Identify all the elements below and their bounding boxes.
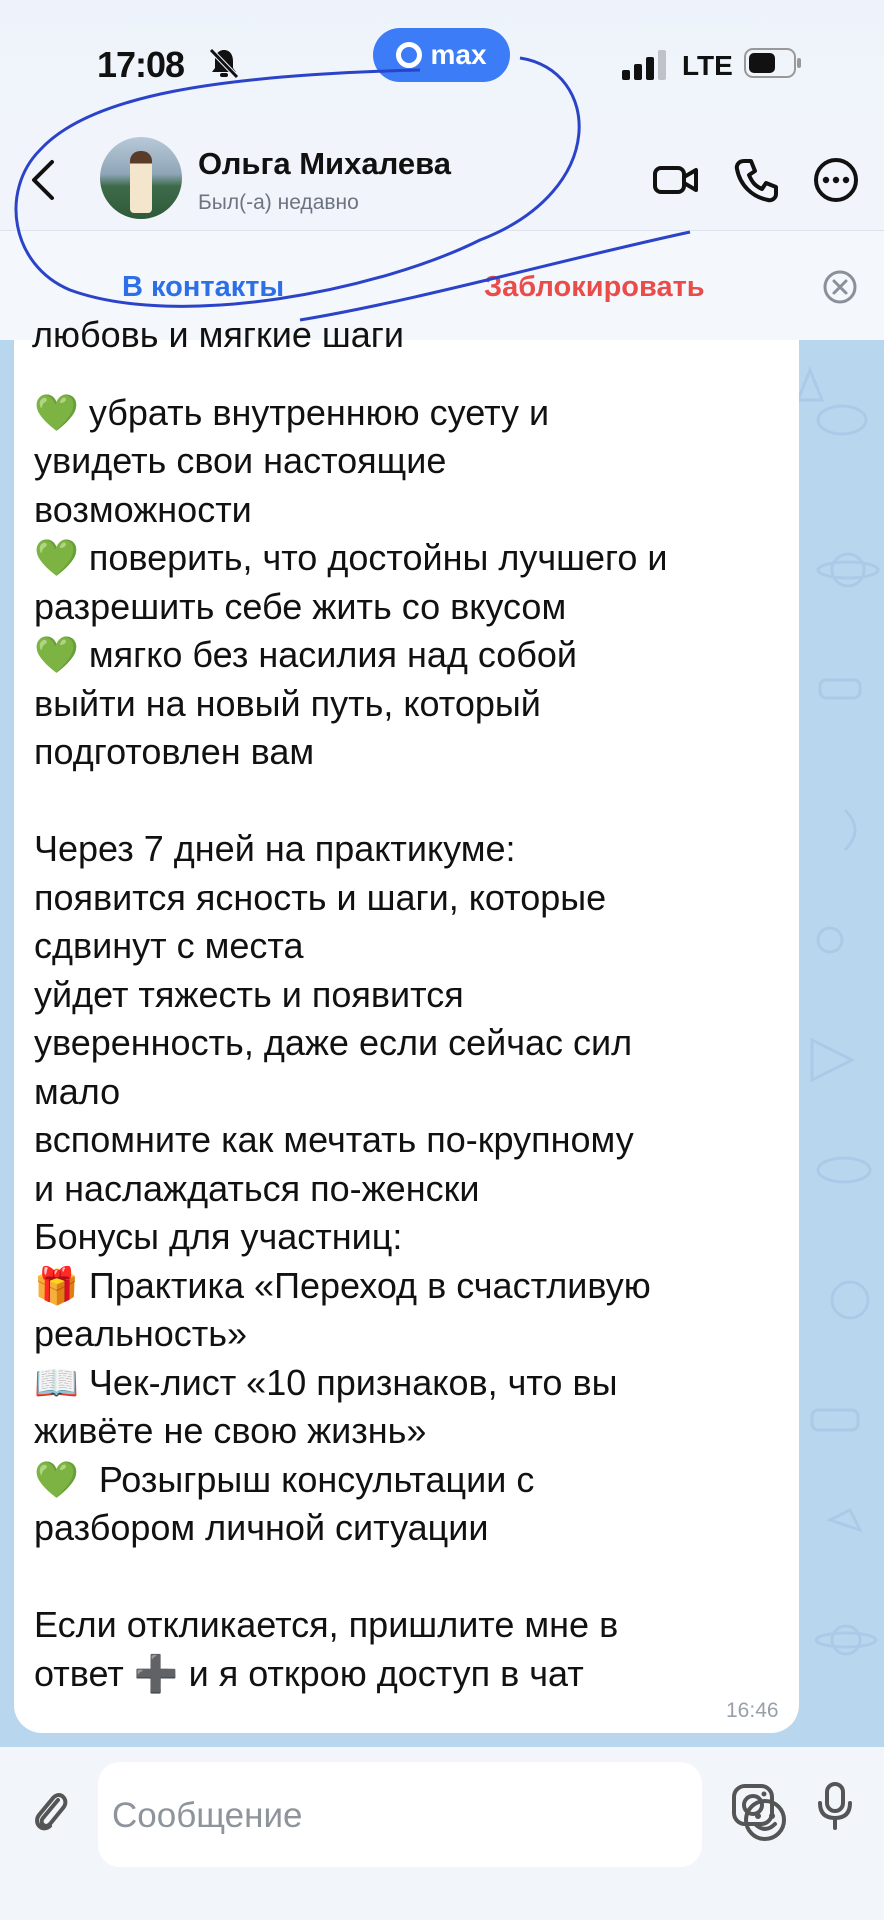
message-line: и наслаждаться по-женски	[34, 1167, 480, 1209]
message-line: вспомните как мечтать по-крупному	[34, 1119, 634, 1160]
cellular-signal-icon	[622, 50, 666, 80]
message-input-placeholder: Сообщение	[112, 1796, 303, 1835]
contact-status: Был(-а) недавно	[198, 191, 359, 214]
message-line: возможности	[34, 488, 252, 530]
message-line: Через 7 дней на практикуме:	[34, 828, 516, 869]
message-line: 💚 мягко без насилия над собой	[34, 634, 578, 675]
add-to-contacts-button[interactable]: В контакты	[122, 271, 284, 304]
message-line: 💚 поверить, что достойны лучшего и	[34, 537, 668, 578]
message-line: разбором личной ситуации	[34, 1507, 489, 1548]
microphone-icon[interactable]	[815, 1781, 855, 1831]
max-logo-icon	[396, 42, 423, 68]
message-line: мало	[34, 1070, 121, 1112]
camera-icon[interactable]	[730, 1782, 776, 1828]
chat-area[interactable]: любовь и мягкие шаги 💚 убрать внутреннюю…	[0, 314, 884, 1747]
message-input[interactable]: Сообщение	[98, 1762, 786, 1867]
chat-header: Ольга Михалева Был(-а) недавно	[0, 128, 884, 230]
message-line: 📖 Чек-лист «10 признаков, что вы	[34, 1361, 618, 1403]
message-line: разрешить себе жить со вкусом	[34, 585, 567, 627]
message-line: появится ясность и шаги, которые	[34, 876, 607, 918]
message-bubble[interactable]: любовь и мягкие шаги 💚 убрать внутреннюю…	[14, 314, 799, 1733]
message-line: уверенность, даже если сейчас сил	[34, 1022, 633, 1063]
message-line: Бонусы для участниц:	[34, 1216, 403, 1257]
back-chevron-icon[interactable]	[28, 158, 58, 202]
message-composer: Сообщение	[0, 1747, 884, 1920]
avatar[interactable]	[100, 137, 182, 219]
phone-icon[interactable]	[732, 156, 780, 204]
message-line: подготовлен вам	[34, 731, 315, 772]
message-time: 16:46	[726, 1699, 779, 1722]
message-line: живёте не свою жизнь»	[34, 1410, 427, 1451]
max-app-badge[interactable]: max	[373, 28, 510, 82]
message-line: Если откликается, пришлите мне в	[34, 1604, 619, 1645]
message-line: увидеть свои настоящие	[34, 440, 447, 481]
video-call-icon[interactable]	[652, 156, 700, 204]
more-icon[interactable]	[812, 156, 860, 204]
contact-name[interactable]: Ольга Михалева	[198, 146, 451, 182]
message-line: уйдет тяжесть и появится	[34, 973, 464, 1015]
message-line: 💚 убрать внутреннюю суету и	[34, 391, 550, 433]
max-badge-label: max	[430, 39, 487, 70]
status-bar: 17:08 max LTE	[0, 0, 884, 128]
message-line: 🎁 Практика «Переход в счастливую	[34, 1264, 651, 1306]
attach-icon[interactable]	[30, 1786, 70, 1836]
message-line: выйти на новый путь, который	[34, 682, 541, 724]
silent-bell-icon	[209, 48, 239, 79]
network-type: LTE	[682, 50, 733, 81]
close-circle-icon[interactable]	[822, 269, 858, 305]
message-line: 💚 Розыгрыш консультации с	[34, 1458, 535, 1500]
status-time: 17:08	[97, 44, 185, 85]
message-text: 💚 убрать внутреннюю суету и увидеть свои …	[34, 340, 794, 1698]
battery-icon	[744, 48, 801, 78]
block-button[interactable]: Заблокировать	[484, 271, 705, 304]
message-line: ответ ➕ и я открою доступ в чат	[34, 1652, 584, 1694]
message-line: реальность»	[34, 1313, 247, 1354]
message-line: сдвинут с места	[34, 925, 304, 966]
